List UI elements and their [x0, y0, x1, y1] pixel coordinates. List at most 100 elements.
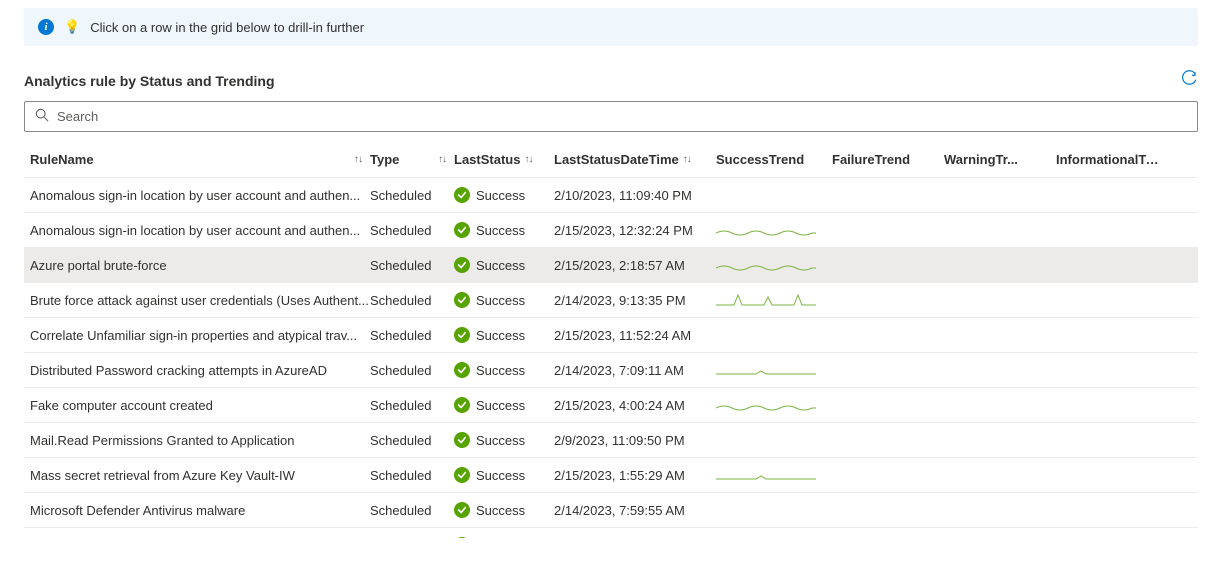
table-header: RuleName↑↓ Type↑↓ LastStatus↑↓ LastStatu…: [24, 144, 1198, 178]
table-row[interactable]: Mail.Read Permissions Granted to Applica…: [24, 423, 1198, 458]
cell-status: Success: [454, 467, 554, 483]
cell-date: 2/15/2023, 2:18:57 AM: [554, 258, 716, 273]
success-icon: [454, 397, 470, 413]
cell-rulename: Mail.Read Permissions Granted to Applica…: [30, 433, 370, 448]
table-row[interactable]: Microsoft Defender Antivirus malwareSche…: [24, 493, 1198, 528]
success-icon: [454, 432, 470, 448]
cell-status: Success: [454, 327, 554, 343]
sort-icon: ↑↓: [438, 154, 446, 165]
status-text: Success: [476, 328, 525, 343]
cell-rulename: Fake computer account created: [30, 398, 370, 413]
cell-successtrend: [716, 291, 832, 309]
info-icon: i: [38, 19, 54, 35]
success-icon: [454, 187, 470, 203]
cell-type: Scheduled: [370, 258, 454, 273]
cell-date: 2/14/2023, 7:59:55 AM: [554, 503, 716, 518]
table-row[interactable]: Mass secret retrieval from Azure Key Vau…: [24, 458, 1198, 493]
cell-type: Scheduled: [370, 503, 454, 518]
column-header-laststatus[interactable]: LastStatus↑↓: [454, 152, 554, 167]
success-icon: [454, 292, 470, 308]
cell-rulename: Microsoft Defender Antivirus malware: [30, 503, 370, 518]
cell-successtrend: [716, 466, 832, 484]
table-row[interactable]: Anomalous sign-in location by user accou…: [24, 213, 1198, 248]
column-header-type[interactable]: Type↑↓: [370, 152, 454, 167]
column-header-laststatusdatetime[interactable]: LastStatusDateTime↑↓: [554, 152, 716, 167]
cell-type: Scheduled: [370, 398, 454, 413]
cell-date: 2/14/2023, 7:09:11 AM: [554, 363, 716, 378]
cell-date: 2/10/2023, 11:09:40 PM: [554, 188, 716, 203]
section-header: Analytics rule by Status and Trending: [24, 70, 1198, 91]
table-body[interactable]: Anomalous sign-in location by user accou…: [24, 178, 1198, 538]
success-icon: [454, 327, 470, 343]
success-icon: [454, 502, 470, 518]
success-icon: [454, 537, 470, 538]
sort-icon: ↑↓: [683, 154, 691, 165]
success-icon: [454, 362, 470, 378]
section-title: Analytics rule by Status and Trending: [24, 73, 275, 89]
cell-date: 2/9/2023, 11:09:50 PM: [554, 433, 716, 448]
sparkline: [716, 291, 816, 309]
column-header-warningtrend[interactable]: WarningTr...: [944, 152, 1056, 167]
column-header-rulename[interactable]: RuleName↑↓: [30, 152, 370, 167]
search-input[interactable]: [57, 109, 1187, 124]
table-row[interactable]: Distributed Password cracking attempts i…: [24, 353, 1198, 388]
sort-icon: ↑↓: [354, 154, 362, 165]
cell-status: Success: [454, 222, 554, 238]
search-icon: [35, 108, 49, 125]
sparkline: [716, 361, 816, 379]
table-row[interactable]: Anomalous sign-in location by user accou…: [24, 178, 1198, 213]
cell-successtrend: [716, 396, 832, 414]
cell-status: Success: [454, 432, 554, 448]
cell-type: Scheduled: [370, 538, 454, 539]
column-header-failuretrend[interactable]: FailureTrend: [832, 152, 944, 167]
status-text: Success: [476, 503, 525, 518]
cell-rulename: Correlate Unfamiliar sign-in properties …: [30, 328, 370, 343]
undo-icon[interactable]: [1180, 70, 1198, 91]
lightbulb-icon: 💡: [64, 19, 80, 35]
cell-successtrend: [716, 221, 832, 239]
search-box[interactable]: [24, 101, 1198, 132]
cell-type: Scheduled: [370, 293, 454, 308]
status-text: Success: [476, 433, 525, 448]
cell-date: 2/14/2023, 9:13:35 PM: [554, 293, 716, 308]
cell-rulename: Mass secret retrieval from Azure Key Vau…: [30, 468, 370, 483]
table-row[interactable]: Fake computer account createdScheduled Su…: [24, 388, 1198, 423]
status-text: Success: [476, 398, 525, 413]
status-text: Success: [476, 223, 525, 238]
status-text: Success: [476, 538, 525, 539]
cell-type: Scheduled: [370, 433, 454, 448]
status-text: Success: [476, 188, 525, 203]
cell-rulename: Distributed Password cracking attempts i…: [30, 363, 370, 378]
cell-status: Success: [454, 537, 554, 538]
status-text: Success: [476, 468, 525, 483]
column-header-informationaltrend[interactable]: InformationalTr...: [1056, 152, 1168, 167]
cell-type: Scheduled: [370, 363, 454, 378]
success-icon: [454, 257, 470, 273]
table-row[interactable]: Azure portal brute-forceScheduled Success…: [24, 248, 1198, 283]
cell-rulename: Multiple Password Reset by user: [30, 538, 370, 539]
cell-status: Success: [454, 257, 554, 273]
sort-icon: ↑↓: [524, 154, 532, 165]
status-text: Success: [476, 363, 525, 378]
status-text: Success: [476, 258, 525, 273]
banner-text: Click on a row in the grid below to dril…: [90, 20, 364, 35]
success-icon: [454, 222, 470, 238]
cell-status: Success: [454, 362, 554, 378]
cell-rulename: Azure portal brute-force: [30, 258, 370, 273]
cell-rulename: Anomalous sign-in location by user accou…: [30, 223, 370, 238]
cell-type: Scheduled: [370, 223, 454, 238]
cell-rulename: Anomalous sign-in location by user accou…: [30, 188, 370, 203]
cell-status: Success: [454, 397, 554, 413]
sparkline: [716, 256, 816, 274]
table-row[interactable]: Brute force attack against user credenti…: [24, 283, 1198, 318]
cell-date: 2/15/2023, 4:00:24 AM: [554, 398, 716, 413]
column-header-successtrend[interactable]: SuccessTrend: [716, 152, 832, 167]
analytics-table: RuleName↑↓ Type↑↓ LastStatus↑↓ LastStatu…: [24, 144, 1198, 538]
cell-rulename: Brute force attack against user credenti…: [30, 293, 370, 308]
cell-type: Scheduled: [370, 188, 454, 203]
cell-successtrend: [716, 361, 832, 379]
table-row[interactable]: Multiple Password Reset by userScheduled…: [24, 528, 1198, 538]
sparkline: [716, 396, 816, 414]
table-row[interactable]: Correlate Unfamiliar sign-in properties …: [24, 318, 1198, 353]
sparkline: [716, 466, 816, 484]
